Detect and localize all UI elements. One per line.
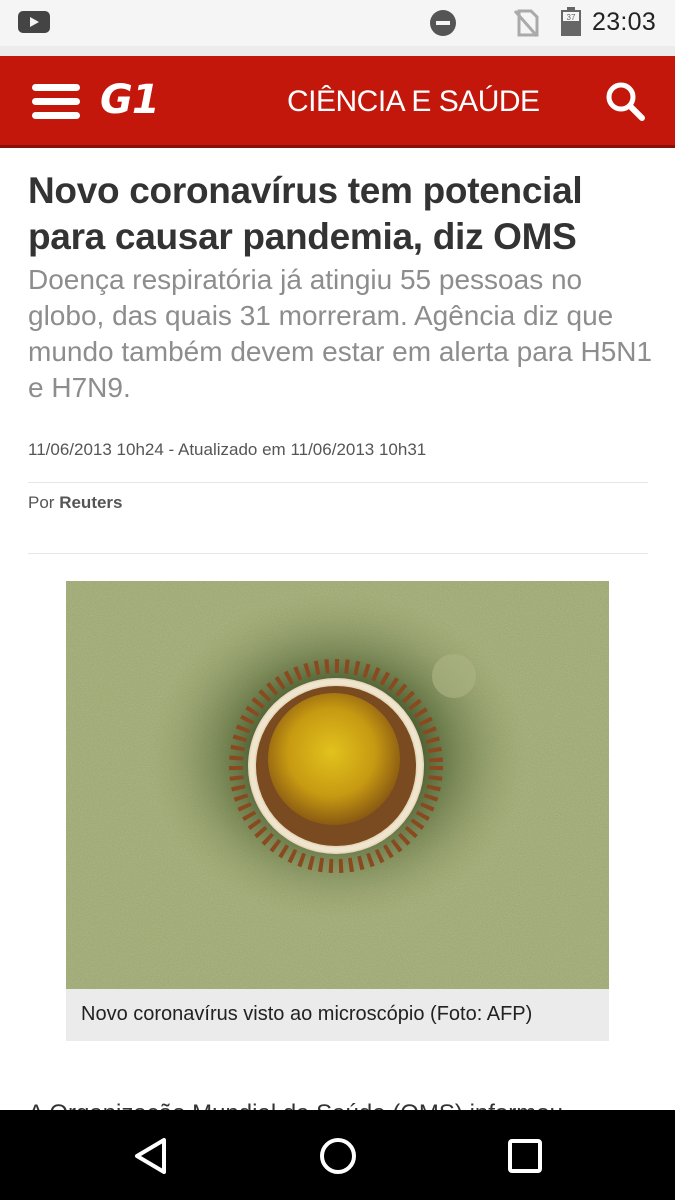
byline-author[interactable]: Reuters xyxy=(59,493,122,512)
do-not-disturb-icon xyxy=(430,10,456,36)
status-bar-gap xyxy=(0,46,675,56)
no-sim-icon xyxy=(513,9,539,37)
youtube-icon xyxy=(18,11,50,33)
g1-logo[interactable]: G1 xyxy=(100,78,160,122)
section-title[interactable]: CIÊNCIA E SAÚDE xyxy=(287,84,540,120)
article-photo[interactable] xyxy=(66,581,609,989)
coronavirus-microscope-image xyxy=(66,581,609,989)
back-icon[interactable] xyxy=(131,1136,171,1176)
search-icon[interactable] xyxy=(604,80,646,122)
article-byline: Por Reuters xyxy=(28,493,123,513)
byline-prefix: Por xyxy=(28,493,55,512)
article-subtitle: Doença respiratória já atingiu 55 pessoa… xyxy=(28,264,653,403)
screen: 37 23:03 G1 CIÊNCIA E SAÚDE Novo coronav… xyxy=(0,0,675,1200)
home-icon[interactable] xyxy=(318,1136,358,1176)
article-headline: Novo coronavírus tem potencial para caus… xyxy=(28,170,583,257)
menu-icon[interactable] xyxy=(32,84,82,120)
status-bar: 37 23:03 xyxy=(0,0,675,46)
site-header: G1 CIÊNCIA E SAÚDE xyxy=(0,56,675,148)
clock: 23:03 xyxy=(592,8,657,36)
divider xyxy=(28,482,648,483)
divider xyxy=(28,553,648,554)
photo-caption: Novo coronavírus visto ao microscópio (F… xyxy=(66,989,609,1041)
recent-apps-icon[interactable] xyxy=(505,1136,545,1176)
battery-icon: 37 xyxy=(561,7,581,36)
article-dateline: 11/06/2013 10h24 - Atualizado em 11/06/2… xyxy=(28,440,427,459)
battery-level-text: 37 xyxy=(567,13,576,22)
